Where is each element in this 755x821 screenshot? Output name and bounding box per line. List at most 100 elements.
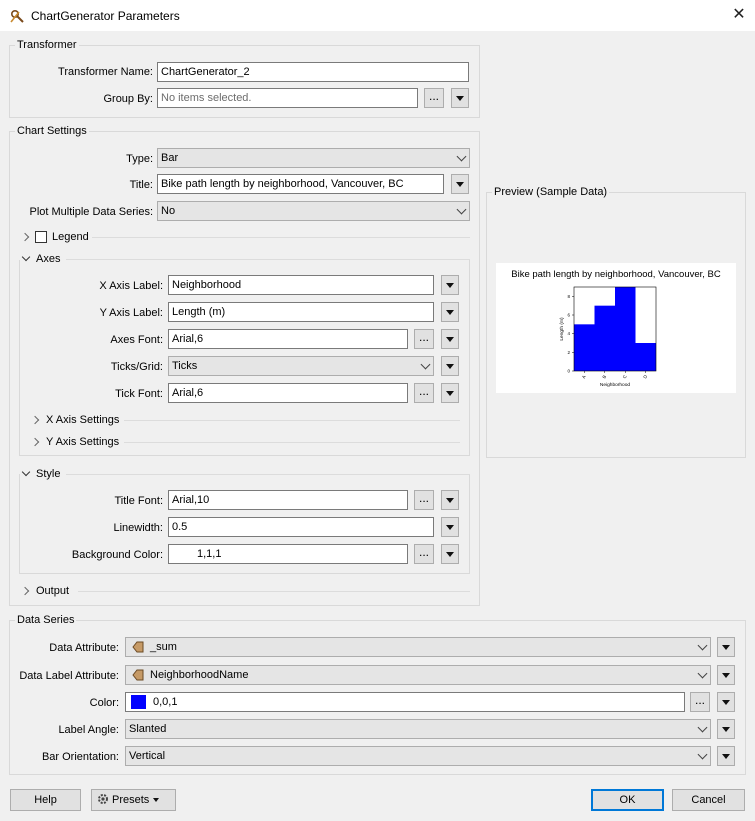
help-button[interactable]: Help [10,789,81,811]
bar [574,324,595,371]
chevron-down-icon [420,359,431,370]
output-divider [78,591,470,592]
transformer-name-input[interactable]: ChartGenerator_2 [157,62,469,82]
bar [635,343,656,371]
data-label-attribute-select[interactable]: NeighborhoodName [125,665,711,685]
y-tick-label: 6 [567,313,570,318]
title-label: Title: [129,179,153,191]
color-label: Color: [89,697,119,709]
legend-label: Legend [52,231,89,243]
close-icon[interactable]: ✕ [730,6,748,24]
background-color-ellipsis-button[interactable]: ... [414,544,434,564]
bar-orientation-select[interactable]: Vertical [125,746,711,766]
linewidth-input[interactable]: 0.5 [168,517,434,537]
ticks-grid-select[interactable]: Ticks [168,356,434,376]
background-color-label: Background Color: [71,549,163,561]
title-font-ellipsis-button[interactable]: ... [414,490,434,510]
y-tick-label: 2 [567,350,570,355]
y-axis-label-menu-button[interactable] [441,302,459,322]
label-angle-menu-button[interactable] [717,719,735,739]
style-divider [66,474,470,475]
caret-down-icon [153,798,160,802]
y-axis-label-label: Y Axis Label: [99,307,163,319]
background-color-input[interactable]: 1,1,1 [168,544,408,564]
ticks-grid-value: Ticks [172,360,198,372]
multi-series-select[interactable]: No [157,201,470,221]
color-ellipsis-button[interactable]: ... [690,692,710,712]
y-tick-label: 0 [567,369,570,374]
data-attribute-value: _sum [150,641,177,653]
window-title: ChartGenerator Parameters [31,9,180,23]
data-label-attribute-value: NeighborhoodName [150,669,249,681]
tick-font-ellipsis-button[interactable]: ... [414,383,434,403]
app-icon [10,9,24,23]
attribute-icon [132,641,144,653]
multi-series-value: No [161,205,176,217]
data-label-attribute-menu-button[interactable] [717,665,735,685]
group-by-input[interactable]: No items selected. [157,88,418,108]
data-attribute-select[interactable]: _sum [125,637,711,657]
preview-heading: Preview (Sample Data) [492,186,610,198]
x-axis-settings-divider [124,420,460,421]
x-axis-settings-header[interactable]: X Axis Settings [46,414,119,426]
x-tick-label: B [601,374,607,379]
title-font-menu-button[interactable] [441,490,459,510]
x-axis-label: Neighborhood [600,382,630,388]
chart-settings-heading: Chart Settings [15,125,89,137]
ticks-grid-menu-button[interactable] [441,356,459,376]
preview-chart-area: Bike path length by neighborhood, Vancou… [496,263,736,393]
cancel-button[interactable]: Cancel [672,789,745,811]
y-axis-settings-header[interactable]: Y Axis Settings [46,436,119,448]
y-axis-label: Length (m) [559,317,565,341]
chevron-down-icon [456,204,467,215]
attribute-icon [132,669,144,681]
group-by-menu-button[interactable] [451,88,469,108]
data-attribute-label: Data Attribute: [49,642,119,654]
x-tick-label: C [622,373,628,379]
label-angle-select[interactable]: Slanted [125,719,711,739]
type-label: Type: [126,153,153,165]
linewidth-label: Linewidth: [113,522,163,534]
chevron-down-icon [697,640,708,651]
chevron-down-icon [697,722,708,733]
tick-font-menu-button[interactable] [441,383,459,403]
group-by-ellipsis-button[interactable]: ... [424,88,444,108]
group-by-label: Group By: [103,93,153,105]
axes-font-input[interactable]: Arial,6 [168,329,408,349]
legend-checkbox[interactable] [35,231,47,243]
y-tick-label: 4 [567,331,570,336]
data-attribute-menu-button[interactable] [717,637,735,657]
transformer-name-label: Transformer Name: [58,66,153,78]
presets-button[interactable]: Presets [91,789,176,811]
bar-orientation-menu-button[interactable] [717,746,735,766]
title-input[interactable]: Bike path length by neighborhood, Vancou… [157,174,444,194]
type-select[interactable]: Bar [157,148,470,168]
tick-font-input[interactable]: Arial,6 [168,383,408,403]
ticks-grid-label: Ticks/Grid: [110,361,163,373]
axes-font-menu-button[interactable] [441,329,459,349]
linewidth-menu-button[interactable] [441,517,459,537]
color-value: 0,0,1 [153,696,178,708]
label-angle-value: Slanted [129,723,167,735]
chevron-down-icon [697,668,708,679]
bar-orientation-value: Vertical [129,750,166,762]
chart-svg: 0 2 4 6 8 A B C D Neighborhood Length (m) [559,286,657,388]
multi-series-label: Plot Multiple Data Series: [29,206,154,218]
background-color-menu-button[interactable] [441,544,459,564]
color-menu-button[interactable] [717,692,735,712]
color-input[interactable]: 0,0,1 [125,692,685,712]
x-axis-label-menu-button[interactable] [441,275,459,295]
bar-orientation-label: Bar Orientation: [41,751,119,763]
axes-font-ellipsis-button[interactable]: ... [414,329,434,349]
label-angle-label: Label Angle: [58,724,119,736]
x-axis-label-input[interactable]: Neighborhood [168,275,434,295]
x-tick-label: D [642,373,648,379]
output-header[interactable]: Output [36,585,69,597]
data-series-heading: Data Series [15,614,77,626]
type-select-value: Bar [161,152,179,164]
ok-button[interactable]: OK [591,789,664,811]
title-menu-button[interactable] [451,174,469,194]
title-font-input[interactable]: Arial,10 [168,490,408,510]
color-swatch [131,695,146,709]
y-axis-label-input[interactable]: Length (m) [168,302,434,322]
